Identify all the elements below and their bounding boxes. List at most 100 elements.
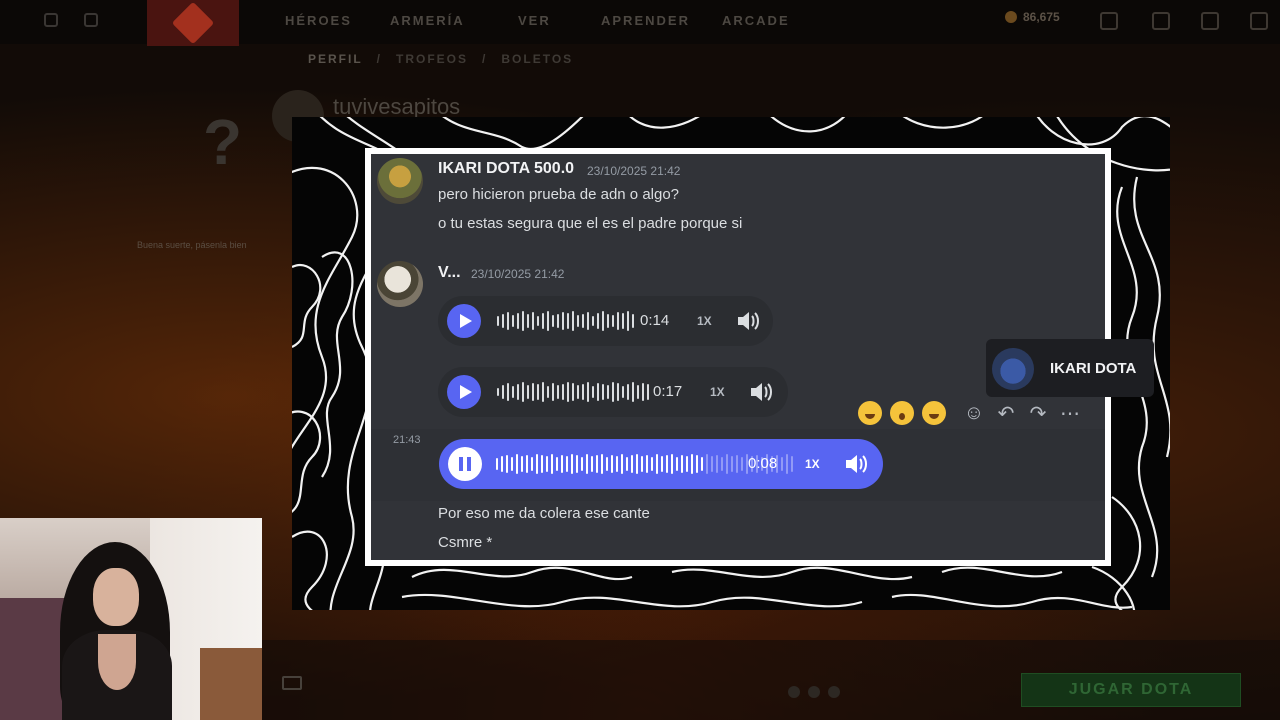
dota-logo[interactable] [147,0,239,46]
waveform-bar [512,315,514,327]
voice-waveform[interactable] [497,311,634,331]
play-button[interactable] [447,375,481,409]
voice-message-playing: 0:08 1X [439,439,883,489]
play-dota-button[interactable]: JUGAR DOTA [1021,673,1241,707]
waveform-bar [596,455,598,473]
waveform-bar [612,382,614,402]
tab-tickets[interactable]: BOLETOS [501,52,573,66]
waveform-bar [532,383,534,401]
waveform-bar [547,386,549,398]
waveform-bar [592,316,594,326]
waveform-bar [696,455,698,473]
menu-icon[interactable] [84,13,98,27]
message-author[interactable]: V... [438,264,461,282]
nav-arcade[interactable]: ARCADE [722,13,790,28]
dota-top-bar: HÉROES ARMERÍA VER APRENDER ARCADE 86,67… [0,0,1280,46]
pause-button[interactable] [448,447,482,481]
waveform-bar [586,454,588,474]
shard-icon [1005,11,1017,23]
forward-icon[interactable]: ↷ [1026,401,1050,425]
author-avatar[interactable] [377,158,423,204]
waveform-bar [527,314,529,328]
waveform-bar [572,383,574,401]
streamer-face [93,568,139,626]
waveform-bar [651,457,653,471]
tab-trophies[interactable]: TROFEOS [396,52,468,66]
message-author[interactable]: IKARI DOTA 500.0 [438,160,574,178]
plus-icon[interactable] [1201,12,1219,30]
nav-learn[interactable]: APRENDER [601,13,690,28]
waveform-bar [602,384,604,400]
speaking-user-tag: IKARI DOTA [986,339,1154,397]
waveform-bar [587,312,589,330]
play-button[interactable] [447,304,481,338]
volume-icon[interactable] [749,381,773,403]
waveform-bar [676,457,678,471]
waveform-bar [511,457,513,471]
waveform-bar [622,386,624,398]
pleading-emoji-icon[interactable] [922,401,946,425]
waveform-bar [536,454,538,474]
astonished-emoji-icon[interactable] [890,401,914,425]
party-icon[interactable] [828,686,840,698]
speaking-user-avatar [992,348,1034,390]
voice-waveform[interactable] [497,382,649,402]
waveform-bar [562,384,564,400]
more-options-icon[interactable]: ⋯ [1058,401,1082,425]
volume-icon[interactable] [736,310,760,332]
power-icon[interactable] [1250,12,1268,30]
chat-icon[interactable] [282,676,302,690]
waveform-bar [566,456,568,472]
waveform-bar [636,454,638,474]
waveform-bar [582,314,584,328]
waveform-bar [591,456,593,472]
reply-icon[interactable]: ↶ [994,401,1018,425]
tab-profile[interactable]: PERFIL [308,52,363,66]
voice-duration: 0:17 [653,383,683,400]
waveform-bar [537,384,539,400]
waveform-bar [711,456,713,472]
friends-icon[interactable] [1100,12,1118,30]
voice-message: 0:14 1X [438,296,773,346]
nav-armory[interactable]: ARMERÍA [390,13,465,28]
waveform-bar [546,456,548,472]
message-text: o tu estas segura que el es el padre por… [438,215,743,232]
waveform-bar [741,457,743,471]
nav-heroes[interactable]: HÉROES [285,13,352,28]
waveform-bar [721,457,723,471]
waveform-bar [642,383,644,401]
waveform-bar [691,454,693,474]
waveform-bar [617,383,619,401]
playback-speed-button[interactable]: 1X [805,457,820,471]
waveform-bar [611,455,613,473]
status-icon[interactable] [788,686,800,698]
waveform-bar [537,316,539,326]
waveform-bar [622,313,624,329]
waveform-bar [592,386,594,398]
volume-icon[interactable] [844,453,868,475]
playback-speed-button[interactable]: 1X [697,314,712,328]
streamer-neck [98,634,136,690]
waveform-bar [502,314,504,328]
waveform-bar [516,454,518,474]
add-reaction-icon[interactable]: ☺ [962,401,986,425]
rolling-laughing-emoji-icon[interactable] [858,401,882,425]
settings-icon[interactable] [44,13,58,27]
nav-watch[interactable]: VER [518,13,551,28]
check-icon[interactable] [808,686,820,698]
waveform-bar [587,382,589,402]
profile-subnav: PERFIL / TROFEOS / BOLETOS [308,52,573,66]
play-icon [460,314,472,328]
author-avatar[interactable] [377,261,423,307]
waveform-bar [686,456,688,472]
playback-speed-button[interactable]: 1X [710,385,725,399]
waveform-bar [632,314,634,328]
waveform-bar [527,385,529,399]
voice-duration: 0:14 [640,312,670,329]
waveform-bar [507,383,509,401]
waveform-bar [551,454,553,474]
waveform-bar [637,385,639,399]
store-icon[interactable] [1152,12,1170,30]
waveform-bar [567,382,569,402]
waveform-bar [497,316,499,326]
